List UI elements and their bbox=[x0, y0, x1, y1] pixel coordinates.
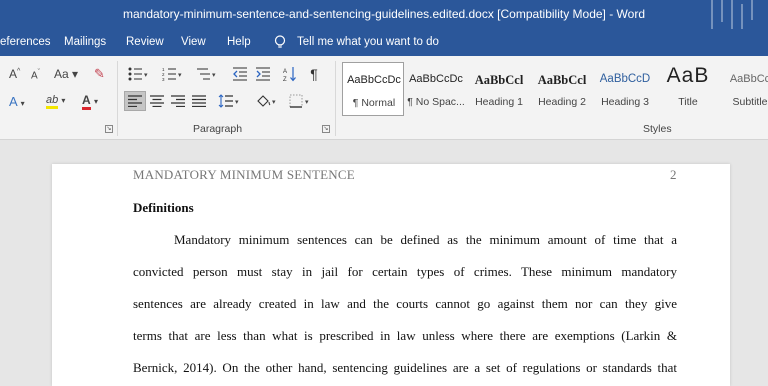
svg-text:3: 3 bbox=[162, 77, 165, 81]
font-color-icon: A bbox=[82, 93, 91, 110]
style-name: Heading 2 bbox=[538, 96, 586, 108]
svg-text:▾: ▾ bbox=[178, 72, 182, 79]
text-effects-button[interactable]: A ▾ bbox=[9, 94, 25, 109]
svg-text:A: A bbox=[283, 69, 287, 75]
ribbon: A^ Aˇ Aa ▾ ✎ A ▾ ab ▾ A ▾ ↘ ▾ 1 2 3 ▾ ▾ AZ … bbox=[0, 56, 768, 140]
shrink-font-icon: A bbox=[31, 70, 38, 82]
style-sample: AaBbCcl bbox=[474, 73, 524, 87]
line-spacing-button[interactable]: ▾ bbox=[215, 91, 243, 111]
lightbulb-icon bbox=[274, 35, 286, 48]
style-heading-2[interactable]: AaBbCcl Heading 2 bbox=[531, 62, 593, 116]
justify-button[interactable] bbox=[189, 91, 209, 111]
tab-review[interactable]: Review bbox=[126, 36, 164, 48]
decrease-indent-icon bbox=[233, 67, 247, 81]
text-effects-icon: A bbox=[9, 94, 17, 109]
sort-icon: AZ bbox=[283, 67, 296, 82]
body-text-line: sentences are already created in law and… bbox=[133, 296, 677, 311]
style-name: ¶ No Spac... bbox=[407, 96, 465, 108]
style-sample: AaBbCc bbox=[729, 73, 768, 85]
running-header: MANDATORY MINIMUM SENTENCE bbox=[133, 167, 355, 182]
ribbon-divider bbox=[335, 61, 336, 136]
align-right-icon bbox=[171, 95, 185, 107]
style-sample: AaBbCcDc bbox=[347, 74, 401, 86]
window-title: mandatory-minimum-sentence-and-sentencin… bbox=[122, 7, 646, 21]
menu-bar: eferences Mailings Review View Help Tell… bbox=[0, 29, 768, 56]
style-sample: AaBbCcl bbox=[537, 73, 587, 87]
numbering-icon: 123▾ bbox=[162, 67, 182, 81]
style-name: ¶ Normal bbox=[352, 97, 396, 109]
grow-font-icon: A bbox=[9, 67, 18, 81]
style-name: Heading 1 bbox=[475, 96, 523, 108]
svg-text:Z: Z bbox=[283, 77, 287, 82]
svg-text:▾: ▾ bbox=[235, 99, 239, 106]
shading-button[interactable]: ▾ bbox=[253, 91, 279, 111]
body-text-line: terms that are less than what is prescri… bbox=[133, 328, 677, 343]
shrink-font-button[interactable]: Aˇ bbox=[31, 69, 40, 81]
shading-icon: ▾ bbox=[257, 95, 276, 107]
justify-icon bbox=[192, 95, 206, 107]
tab-references[interactable]: eferences bbox=[0, 36, 51, 48]
clear-formatting-icon[interactable]: ✎ bbox=[94, 66, 105, 82]
style-name: Heading 3 bbox=[601, 96, 649, 108]
highlight-icon: ab bbox=[46, 94, 59, 109]
svg-text:▾: ▾ bbox=[144, 72, 148, 79]
multilevel-list-icon: ▾ bbox=[197, 68, 216, 80]
paragraph-group-label: Paragraph bbox=[193, 123, 243, 135]
align-center-icon bbox=[150, 95, 164, 107]
show-formatting-marks-icon[interactable]: ¶ bbox=[305, 64, 323, 84]
align-left-icon bbox=[128, 95, 142, 107]
font-dialog-launcher-icon[interactable]: ↘ bbox=[105, 125, 113, 133]
align-left-button[interactable] bbox=[124, 91, 146, 111]
numbering-button[interactable]: 1 2 3 ▾ bbox=[158, 64, 186, 84]
styles-gallery: AaBbCcDc ¶ Normal AaBbCcDc ¶ No Spac... … bbox=[342, 62, 768, 116]
grow-font-button[interactable]: A^ bbox=[9, 67, 20, 81]
svg-text:▾: ▾ bbox=[305, 99, 309, 106]
document-page[interactable]: MANDATORY MINIMUM SENTENCE 2 Definitions… bbox=[52, 164, 730, 386]
style-subtitle[interactable]: AaBbCc Subtitle bbox=[720, 62, 768, 116]
change-case-icon: Aa bbox=[54, 67, 69, 81]
decrease-indent-button[interactable] bbox=[230, 64, 250, 84]
body-text-line: Mandatory minimum sentences can be defin… bbox=[174, 232, 677, 247]
tab-help[interactable]: Help bbox=[227, 36, 251, 48]
align-center-button[interactable] bbox=[147, 91, 167, 111]
svg-text:▾: ▾ bbox=[272, 99, 276, 106]
highlight-button[interactable]: ab ▾ bbox=[46, 94, 65, 109]
bullets-icon: ▾ bbox=[128, 67, 148, 81]
increase-indent-button[interactable] bbox=[253, 64, 273, 84]
style-no-spacing[interactable]: AaBbCcDc ¶ No Spac... bbox=[405, 62, 467, 116]
multilevel-list-button[interactable]: ▾ bbox=[192, 64, 220, 84]
svg-text:▾: ▾ bbox=[212, 72, 216, 79]
style-title[interactable]: AaB Title bbox=[657, 62, 719, 116]
paragraph-dialog-launcher-icon[interactable]: ↘ bbox=[322, 125, 330, 133]
tab-view[interactable]: View bbox=[181, 36, 206, 48]
style-normal[interactable]: AaBbCcDc ¶ Normal bbox=[342, 62, 404, 116]
watermark-graphic bbox=[711, 0, 753, 29]
style-sample: AaB bbox=[666, 64, 710, 87]
line-spacing-icon: ▾ bbox=[218, 94, 239, 108]
style-sample: AaBbCcD bbox=[599, 73, 651, 85]
increase-indent-icon bbox=[256, 67, 270, 81]
styles-group-label: Styles bbox=[643, 123, 672, 135]
style-sample: AaBbCcDc bbox=[409, 73, 463, 85]
font-color-button[interactable]: A ▾ bbox=[82, 93, 98, 110]
change-case-button[interactable]: Aa ▾ bbox=[54, 67, 78, 81]
body-text-line: convicted person must stay in jail for c… bbox=[133, 264, 677, 279]
borders-icon: ▾ bbox=[289, 94, 309, 108]
borders-button[interactable]: ▾ bbox=[287, 91, 313, 111]
body-text-line: Bernick, 2014). On the other hand, sente… bbox=[133, 360, 677, 375]
sort-button[interactable]: AZ bbox=[281, 64, 299, 84]
title-bar: mandatory-minimum-sentence-and-sentencin… bbox=[0, 0, 768, 29]
tell-me-search[interactable]: Tell me what you want to do bbox=[297, 36, 439, 48]
style-name: Subtitle bbox=[732, 96, 768, 108]
style-heading-1[interactable]: AaBbCcl Heading 1 bbox=[468, 62, 530, 116]
style-heading-3[interactable]: AaBbCcD Heading 3 bbox=[594, 62, 656, 116]
tab-mailings[interactable]: Mailings bbox=[64, 36, 106, 48]
align-right-button[interactable] bbox=[168, 91, 188, 111]
section-heading: Definitions bbox=[133, 200, 194, 215]
style-name: Title bbox=[678, 96, 698, 108]
page-number: 2 bbox=[670, 167, 677, 182]
bullets-button[interactable]: ▾ bbox=[124, 64, 152, 84]
ribbon-divider bbox=[117, 61, 118, 136]
